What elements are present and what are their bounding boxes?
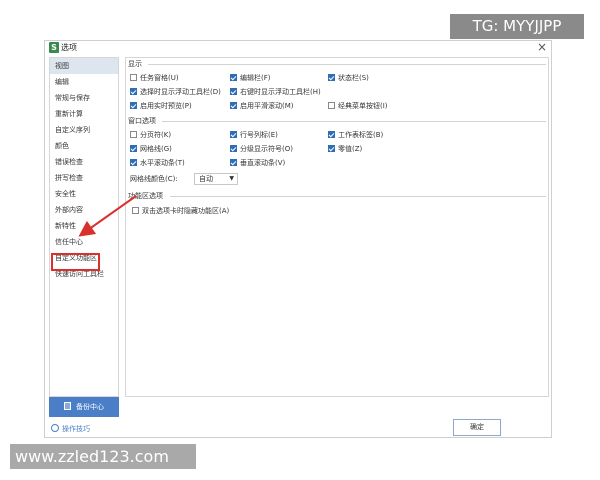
annotation-arrow	[78, 195, 137, 237]
watermark-bottom: www.zzled123.com	[10, 444, 196, 469]
arrow-line	[78, 195, 137, 237]
